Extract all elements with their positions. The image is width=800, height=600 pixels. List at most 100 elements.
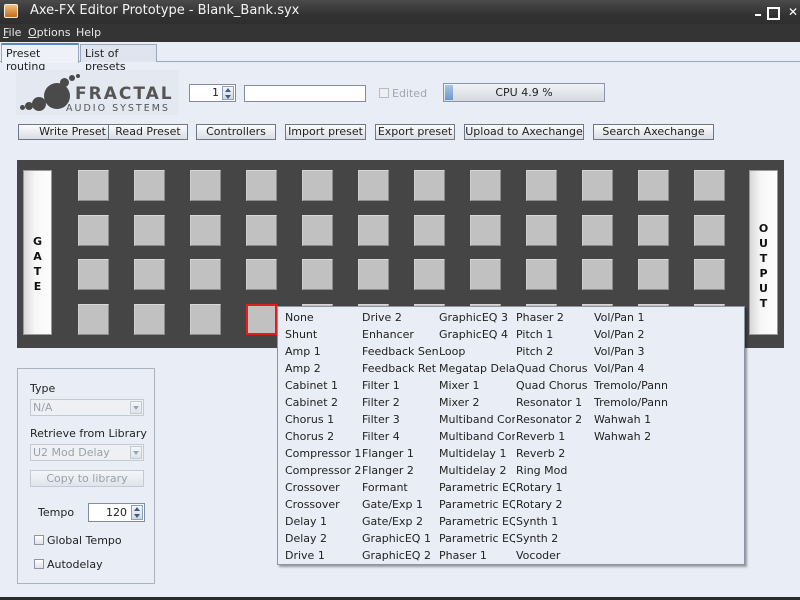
routing-cell[interactable] [582,170,613,201]
block-menu-item[interactable]: Ring Mod [516,462,593,479]
routing-cell[interactable] [246,259,277,290]
block-menu-item[interactable]: Delay 1 [285,513,361,530]
library-combo[interactable]: U2 Mod Delay [30,444,144,461]
routing-cell[interactable] [246,304,277,335]
block-menu-item[interactable]: Resonator 2 [516,411,593,428]
block-menu-item[interactable]: Vol/Pan 1 [594,309,674,326]
routing-cell[interactable] [78,215,109,246]
routing-cell[interactable] [134,215,165,246]
preset-number-spinner[interactable]: 1 [189,84,236,102]
chevron-down-icon[interactable] [130,401,142,414]
block-menu-item[interactable]: Filter 4 [362,428,438,445]
block-menu-item[interactable]: Mixer 1 [439,377,515,394]
block-menu-item[interactable]: Loop [439,343,515,360]
block-menu-item[interactable]: Formant [362,479,438,496]
block-menu-item[interactable]: Shunt [285,326,361,343]
import-preset-button[interactable]: Import preset [285,124,366,140]
routing-cell[interactable] [190,304,221,335]
block-menu-item[interactable]: Crossover [285,496,361,513]
routing-cell[interactable] [134,304,165,335]
block-menu-item[interactable]: Phaser 1 [439,547,515,564]
block-menu-item[interactable]: Multidelay 1 [439,445,515,462]
routing-cell[interactable] [190,259,221,290]
tempo-spinner[interactable]: 120 [88,503,145,522]
routing-cell[interactable] [78,170,109,201]
block-menu-item[interactable]: Crossover [285,479,361,496]
block-menu-item[interactable]: Amp 1 [285,343,361,360]
routing-cell[interactable] [134,259,165,290]
block-menu-item[interactable]: Reverb 2 [516,445,593,462]
routing-cell[interactable] [414,170,445,201]
close-button[interactable]: ✕ [786,5,800,19]
block-menu-item[interactable]: Parametric EQ [439,530,515,547]
routing-cell[interactable] [134,170,165,201]
block-menu-item[interactable]: Multiband Con [439,428,515,445]
preset-name-input[interactable] [244,85,366,102]
controllers-button[interactable]: Controllers [196,124,276,140]
routing-cell[interactable] [358,215,389,246]
block-menu-item[interactable]: Feedback Sen [362,343,438,360]
routing-cell[interactable] [358,259,389,290]
block-menu-item[interactable]: Pitch 2 [516,343,593,360]
arrow-up-icon[interactable] [134,507,140,511]
routing-cell[interactable] [78,304,109,335]
block-menu-item[interactable]: None [285,309,361,326]
block-menu-item[interactable]: Tremolo/Pann [594,377,674,394]
block-menu-item[interactable]: Feedback Ret [362,360,438,377]
tab-preset-routing[interactable]: Preset routing [1,43,79,73]
routing-cell[interactable] [526,259,557,290]
block-menu-item[interactable]: Mixer 2 [439,394,515,411]
block-menu-item[interactable]: Parametric EQ [439,513,515,530]
block-menu-item[interactable]: Quad Chorus [516,377,593,394]
output-block[interactable]: OUTPUT [749,170,778,335]
block-menu-item[interactable]: Filter 3 [362,411,438,428]
routing-cell[interactable] [582,259,613,290]
routing-cell[interactable] [582,215,613,246]
routing-cell[interactable] [302,259,333,290]
block-menu-item[interactable]: Quad Chorus [516,360,593,377]
routing-cell[interactable] [302,215,333,246]
block-menu-item[interactable]: Multidelay 2 [439,462,515,479]
block-menu-item[interactable]: Enhancer [362,326,438,343]
title-bar[interactable]: Axe-FX Editor Prototype - Blank_Bank.syx… [0,0,800,24]
block-menu-item[interactable]: Flanger 2 [362,462,438,479]
search-axechange-button[interactable]: Search Axechange [593,124,714,140]
block-menu-item[interactable]: Parametric EQ [439,479,515,496]
routing-cell[interactable] [526,215,557,246]
block-menu-item[interactable]: Chorus 2 [285,428,361,445]
routing-cell[interactable] [190,215,221,246]
routing-cell[interactable] [246,215,277,246]
routing-cell[interactable] [638,215,669,246]
maximize-button[interactable] [766,5,780,20]
block-menu-item[interactable]: Multiband Con [439,411,515,428]
global-tempo-checkbox[interactable]: Global Tempo [34,534,122,547]
block-menu-item[interactable]: Synth 1 [516,513,593,530]
block-menu-item[interactable]: Chorus 1 [285,411,361,428]
routing-cell[interactable] [246,170,277,201]
routing-cell[interactable] [470,170,501,201]
tab-list-of-presets[interactable]: List of presets [80,44,157,73]
autodelay-checkbox[interactable]: Autodelay [34,558,103,571]
routing-cell[interactable] [78,259,109,290]
block-menu-item[interactable]: Megatap Delay [439,360,515,377]
routing-cell[interactable] [190,170,221,201]
menu-file[interactable]: File [3,26,21,39]
block-menu-item[interactable]: Reverb 1 [516,428,593,445]
chevron-down-icon[interactable] [130,446,142,459]
copy-to-library-button[interactable]: Copy to library [30,470,144,487]
block-menu-item[interactable]: Synth 2 [516,530,593,547]
block-menu-item[interactable]: Filter 2 [362,394,438,411]
edited-checkbox[interactable]: Edited [379,87,427,100]
preset-number-stepper[interactable] [222,86,234,100]
export-preset-button[interactable]: Export preset [375,124,455,140]
block-menu-item[interactable]: GraphicEQ 1 [362,530,438,547]
block-menu-item[interactable]: Drive 1 [285,547,361,564]
routing-cell[interactable] [694,215,725,246]
block-menu-item[interactable]: Filter 1 [362,377,438,394]
routing-cell[interactable] [470,259,501,290]
routing-cell[interactable] [694,170,725,201]
block-menu-item[interactable]: Cabinet 1 [285,377,361,394]
routing-cell[interactable] [414,259,445,290]
menu-options[interactable]: Options [28,26,70,39]
block-menu-item[interactable]: Pitch 1 [516,326,593,343]
